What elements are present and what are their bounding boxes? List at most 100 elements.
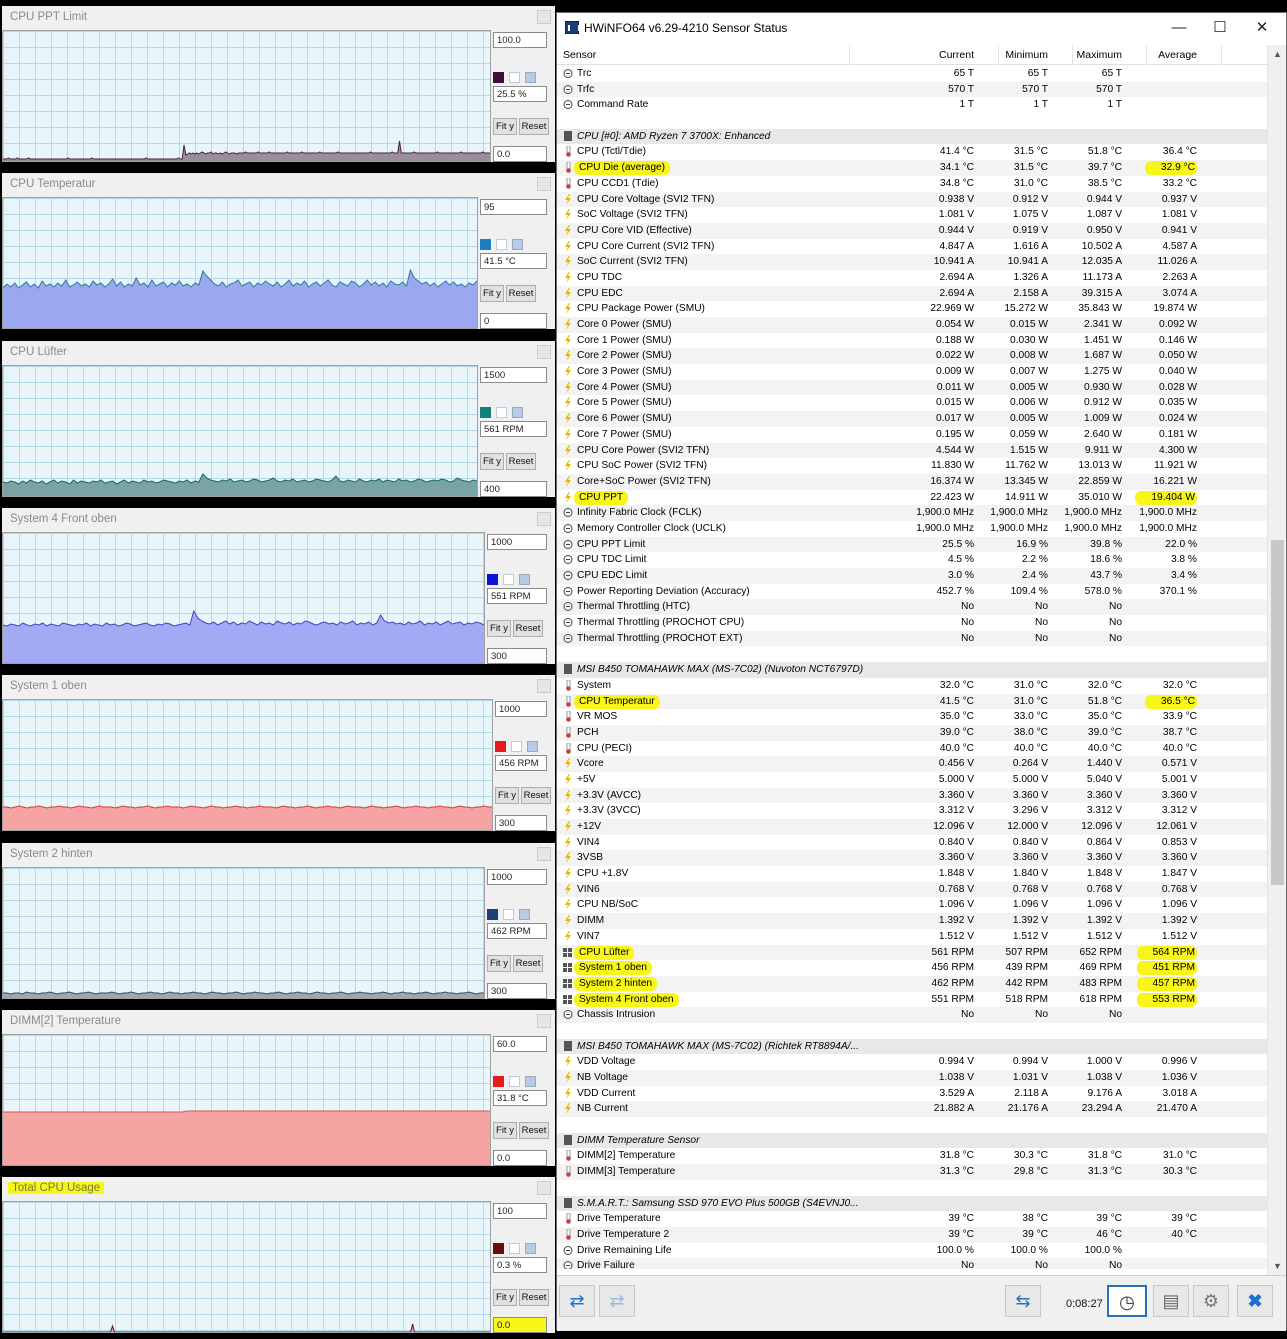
sensor-row[interactable]: +3.3V (3VCC) 3.312 V 3.296 V 3.312 V 3.312 V	[557, 803, 1268, 819]
graph-swatch-bg[interactable]	[525, 1076, 536, 1087]
sensor-row[interactable]: CPU Die (average) 34.1 °C 31.5 °C 39.7 °C 32…	[557, 160, 1268, 176]
sensor-row[interactable]: SoC Current (SVI2 TFN) 10.941 A 10.941 A 12…	[557, 254, 1268, 270]
sensor-row[interactable]: Chassis Intrusion No No No	[557, 1007, 1268, 1023]
sensor-row[interactable]: CPU (Tctl/Tdie) 41.4 °C 31.5 °C 51.8 °C 36.4…	[557, 144, 1268, 160]
sensor-row[interactable]: NB Current 21.882 A 21.176 A 23.294 A 21.470…	[557, 1101, 1268, 1118]
sensor-row[interactable]: Command Rate 1 T 1 T 1 T	[557, 97, 1268, 113]
graph-swatch-blank[interactable]	[496, 407, 507, 418]
col-sensor[interactable]: Sensor	[563, 49, 596, 61]
sensor-row[interactable]: Drive Failure No No No	[557, 1258, 1268, 1269]
graph-color-swatch[interactable]	[480, 407, 491, 418]
sensor-row[interactable]: CPU PPT Limit 25.5 % 16.9 % 39.8 % 22.0 %	[557, 536, 1268, 553]
sensor-group-header[interactable]: DIMM Temperature Sensor	[557, 1132, 1268, 1149]
sensor-row[interactable]: CPU CCD1 (Tdie) 34.8 °C 31.0 °C 38.5 °C 33.2…	[557, 176, 1268, 192]
sensor-row[interactable]: CPU EDC Limit 3.0 % 2.4 % 43.7 % 3.4 %	[557, 568, 1268, 584]
sensor-row[interactable]: VIN7 1.512 V 1.512 V 1.512 V 1.512 V	[557, 929, 1268, 945]
sensor-row[interactable]: CPU +1.8V 1.848 V 1.840 V 1.848 V 1.847 V	[557, 866, 1268, 882]
sensor-row[interactable]: PCH 39.0 °C 38.0 °C 39.0 °C 38.7 °C	[557, 724, 1268, 741]
sensor-row[interactable]: +12V 12.096 V 12.000 V 12.096 V 12.061 V	[557, 819, 1268, 835]
sensor-group-header[interactable]: MSI B450 TOMAHAWK MAX (MS-7C02) (Richtek…	[557, 1038, 1268, 1055]
scroll-down-icon[interactable]: ▼	[1273, 1261, 1282, 1271]
close-x-icon[interactable]: ✖	[1237, 1285, 1273, 1317]
sensor-row[interactable]: VDD Voltage 0.994 V 0.994 V 1.000 V 0.996 V	[557, 1054, 1268, 1070]
sensor-row[interactable]: Drive Remaining Life 100.0 % 100.0 % 100.0 …	[557, 1243, 1268, 1259]
sensor-row[interactable]: CPU Core VID (Effective) 0.944 V 0.919 V 0.…	[557, 222, 1268, 239]
graph-color-swatch[interactable]	[487, 909, 498, 920]
navigate-arrows-disabled-icon[interactable]: ⇄	[599, 1285, 635, 1317]
sensor-row[interactable]: CPU EDC 2.694 A 2.158 A 39.315 A 3.074 A	[557, 285, 1268, 302]
sensor-row[interactable]: Core 6 Power (SMU) 0.017 W 0.005 W 1.009 W 0…	[557, 411, 1268, 427]
graph-max-field[interactable]: 95	[480, 199, 547, 215]
close-button[interactable]: ✕	[1242, 17, 1282, 39]
scrollbar-thumb[interactable]	[1271, 540, 1284, 885]
graph-swatch-bg[interactable]	[525, 1243, 536, 1254]
sensor-group-header[interactable]: MSI B450 TOMAHAWK MAX (MS-7C02) (Nuvoton…	[557, 662, 1268, 678]
graph-swatch-bg[interactable]	[527, 741, 538, 752]
graph-min-field[interactable]: 0.0	[493, 1317, 547, 1333]
graph-swatch-blank[interactable]	[509, 1076, 520, 1087]
graph-color-swatch[interactable]	[493, 72, 504, 83]
graph-color-swatch[interactable]	[495, 741, 506, 752]
graph-swatch-blank[interactable]	[503, 574, 514, 585]
sensor-group-header[interactable]: S.M.A.R.T.: Samsung SSD 970 EVO Plus 500…	[557, 1195, 1268, 1212]
graph-min-field[interactable]: 400	[480, 481, 547, 497]
sensor-row[interactable]: CPU SoC Power (SVI2 TFN) 11.830 W 11.762 W…	[557, 458, 1268, 474]
sensor-row[interactable]: VIN4 0.840 V 0.840 V 0.864 V 0.853 V	[557, 835, 1268, 851]
sensor-row[interactable]: Trfc 570 T 570 T 570 T	[557, 81, 1268, 98]
sensor-row[interactable]: Core 4 Power (SMU) 0.011 W 0.005 W 0.930 W 0…	[557, 379, 1268, 396]
col-average[interactable]: Average	[1158, 49, 1197, 61]
sensor-row[interactable]: Drive Temperature 2 39 °C 39 °C 46 °C 40 °C	[557, 1226, 1268, 1243]
sensor-row[interactable]: SoC Voltage (SVI2 TFN) 1.081 V 1.075 V 1.08…	[557, 207, 1268, 223]
sensor-row[interactable]: +3.3V (AVCC) 3.360 V 3.360 V 3.360 V 3.360 V	[557, 787, 1268, 804]
graph-swatch-bg[interactable]	[519, 574, 530, 585]
graph-close-icon[interactable]	[537, 679, 551, 693]
sensor-row[interactable]: System 32.0 °C 31.0 °C 32.0 °C 32.0 °C	[557, 678, 1268, 694]
title-bar[interactable]: HWiNFO64 v6.29-4210 Sensor Status — ☐ ✕	[557, 13, 1286, 43]
sensor-row[interactable]: Vcore 0.456 V 0.264 V 1.440 V 0.571 V	[557, 756, 1268, 772]
graph-min-field[interactable]: 300	[487, 983, 547, 999]
maximize-button[interactable]: ☐	[1200, 17, 1240, 39]
sensor-row[interactable]: NB Voltage 1.038 V 1.031 V 1.038 V 1.036 V	[557, 1070, 1268, 1086]
sensor-row[interactable]: DIMM 1.392 V 1.392 V 1.392 V 1.392 V	[557, 913, 1268, 929]
sensor-row[interactable]: VIN6 0.768 V 0.768 V 0.768 V 0.768 V	[557, 881, 1268, 898]
settings-gear-icon[interactable]: ⚙	[1193, 1285, 1229, 1317]
graph-swatch-bg[interactable]	[519, 909, 530, 920]
graph-max-field[interactable]: 100.0	[493, 32, 547, 48]
graph-color-swatch[interactable]	[493, 1076, 504, 1087]
sensor-row[interactable]: Core 1 Power (SMU) 0.188 W 0.030 W 1.451 W 0…	[557, 333, 1268, 349]
sensor-row[interactable]: Thermal Throttling (PROCHOT CPU) No No No	[557, 615, 1268, 631]
navigate-arrows-icon[interactable]: ⇄	[559, 1285, 595, 1317]
col-minimum[interactable]: Minimum	[1005, 49, 1048, 61]
reset-button[interactable]: Reset	[519, 1289, 549, 1306]
sensor-row[interactable]: CPU (PECI) 40.0 °C 40.0 °C 40.0 °C 40.0 °C	[557, 741, 1268, 757]
col-maximum[interactable]: Maximum	[1076, 49, 1122, 61]
fit-y-button[interactable]: Fit y	[480, 453, 504, 470]
sensor-row[interactable]: CPU PPT 22.423 W 14.911 W 35.010 W 19.404 W	[557, 490, 1268, 506]
reset-button[interactable]: Reset	[519, 1122, 549, 1139]
graph-color-swatch[interactable]	[480, 239, 491, 250]
graph-max-field[interactable]: 1500	[480, 367, 547, 383]
reset-button[interactable]: Reset	[521, 787, 551, 804]
sensor-row[interactable]: Core 7 Power (SMU) 0.195 W 0.059 W 2.640 W 0…	[557, 427, 1268, 443]
minimize-button[interactable]: —	[1159, 17, 1199, 39]
sensor-group-header[interactable]: CPU [#0]: AMD Ryzen 7 3700X: Enhanced	[557, 128, 1268, 145]
graph-close-icon[interactable]	[537, 345, 551, 359]
graph-close-icon[interactable]	[537, 1014, 551, 1028]
sensor-row[interactable]: 3VSB 3.360 V 3.360 V 3.360 V 3.360 V	[557, 850, 1268, 867]
sensor-row[interactable]: CPU Package Power (SMU) 22.969 W 15.272 W 3…	[557, 301, 1268, 317]
graph-max-field[interactable]: 100	[493, 1203, 547, 1219]
graph-max-field[interactable]: 1000	[487, 869, 547, 885]
sensor-row[interactable]: Infinity Fabric Clock (FCLK) 1,900.0 MHz 1…	[557, 505, 1268, 521]
sensor-row[interactable]: System 4 Front oben 551 RPM 518 RPM 618 RPM…	[557, 992, 1268, 1008]
sensor-row[interactable]: DIMM[3] Temperature 31.3 °C 29.8 °C 31.3 °C…	[557, 1164, 1268, 1180]
graph-close-icon[interactable]	[537, 847, 551, 861]
fit-y-button[interactable]: Fit y	[493, 1122, 517, 1139]
graph-swatch-bg[interactable]	[512, 407, 523, 418]
scroll-up-icon[interactable]: ▲	[1273, 49, 1282, 59]
sensor-row[interactable]: Core 5 Power (SMU) 0.015 W 0.006 W 0.912 W 0…	[557, 395, 1268, 411]
sensor-row[interactable]: Core+SoC Power (SVI2 TFN) 16.374 W 13.345 …	[557, 473, 1268, 490]
sensor-row[interactable]: CPU Core Power (SVI2 TFN) 4.544 W 1.515 W 9…	[557, 442, 1268, 459]
reset-button[interactable]: Reset	[519, 118, 549, 135]
reset-button[interactable]: Reset	[506, 285, 536, 302]
sensor-row[interactable]: VDD Current 3.529 A 2.118 A 9.176 A 3.018 A	[557, 1086, 1268, 1102]
